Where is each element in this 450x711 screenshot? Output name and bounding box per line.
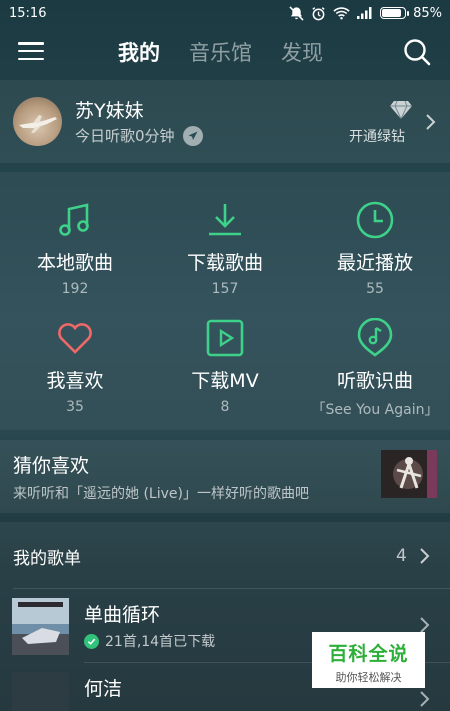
grid-label: 下载歌曲 xyxy=(186,252,263,274)
clock-icon xyxy=(356,201,394,239)
airplane-photo-icon xyxy=(19,115,57,133)
grid-item-local-songs[interactable]: 本地歌曲 192 xyxy=(0,200,150,297)
playlist-info-text: 21首,14首已下载 xyxy=(105,634,216,650)
grid-count: 157 xyxy=(211,281,239,297)
menu-button[interactable] xyxy=(18,40,44,62)
grid-count: 「See You Again」 xyxy=(311,402,439,418)
listen-time: 今日听歌0分钟 xyxy=(75,125,203,146)
watermark-title: 百科全说 xyxy=(328,643,409,665)
watermark: 百科全说 助你轻松解决 xyxy=(312,632,425,688)
grid-label: 听歌识曲 xyxy=(336,370,413,392)
do-not-disturb-icon xyxy=(289,5,304,21)
playlist-name: 何洁 xyxy=(84,678,123,700)
chevron-right-icon[interactable] xyxy=(425,113,437,131)
grid-label: 我喜欢 xyxy=(46,370,104,392)
album-cover-icon xyxy=(12,598,69,655)
guess-you-like[interactable]: 猜你喜欢 来听听和「遥远的她 (Live)」一样好听的歌曲吧 xyxy=(0,440,450,513)
grid-item-music-recognition[interactable]: 听歌识曲 「See You Again」 xyxy=(300,318,450,419)
grid-label: 下载MV xyxy=(191,370,259,392)
top-nav: 我的 音乐馆 发现 xyxy=(0,26,450,76)
tab-music-hall[interactable]: 音乐馆 xyxy=(189,37,252,67)
username: 苏Y妹妹 xyxy=(75,100,144,122)
guess-subtitle: 来听听和「遥远的她 (Live)」一样好听的歌曲吧 xyxy=(13,486,309,502)
download-icon xyxy=(209,204,241,236)
tab-mine[interactable]: 我的 xyxy=(118,37,160,67)
menu-icon-bar xyxy=(18,42,44,45)
watermark-subtitle: 助你轻松解决 xyxy=(335,671,402,684)
dancer-photo-icon xyxy=(381,450,437,498)
guess-title: 猜你喜欢 xyxy=(13,455,90,477)
playlist-name: 单曲循环 xyxy=(84,604,161,626)
grid-item-favorites[interactable]: 我喜欢 35 xyxy=(0,318,150,415)
main-tabs: 我的 音乐馆 发现 xyxy=(118,37,323,67)
grid-count: 55 xyxy=(366,281,384,297)
diamond-icon xyxy=(390,100,412,120)
status-time: 15:16 xyxy=(9,5,47,21)
playlist-info: 21首,14首已下载 xyxy=(84,631,215,651)
alarm-icon xyxy=(312,6,325,20)
wifi-icon xyxy=(333,7,350,20)
play-box-icon xyxy=(206,319,244,357)
tab-discover[interactable]: 发现 xyxy=(281,37,323,67)
battery-percent: 85% xyxy=(413,5,442,21)
playlist-cover xyxy=(12,672,69,711)
music-note-icon xyxy=(59,203,89,236)
grid-count: 8 xyxy=(220,399,230,415)
profile-card[interactable]: 苏Y妹妹 今日听歌0分钟 开通绿钻 xyxy=(0,80,450,163)
menu-icon-bar xyxy=(18,49,44,53)
grid-count: 35 xyxy=(66,399,84,415)
grid-item-downloaded-mv[interactable]: 下载MV 8 xyxy=(150,318,300,415)
listen-time-text: 今日听歌0分钟 xyxy=(75,127,175,145)
signal-icon xyxy=(357,7,372,19)
status-icons: 85% xyxy=(289,6,442,21)
divider xyxy=(13,588,450,589)
grid-count: 192 xyxy=(61,281,89,297)
recommendation-cover[interactable] xyxy=(381,450,437,498)
playlists-count: 4 xyxy=(396,546,407,566)
status-bar: 15:16 85% xyxy=(0,0,450,26)
chevron-right-icon xyxy=(420,691,430,707)
music-recognize-icon xyxy=(357,318,393,357)
menu-icon-bar xyxy=(18,57,44,60)
vip-link[interactable]: 开通绿钻 xyxy=(349,126,405,146)
rocket-icon[interactable] xyxy=(182,125,203,146)
playlists-header: 我的歌单 xyxy=(13,549,81,569)
heart-icon xyxy=(58,323,92,354)
battery-icon xyxy=(380,7,410,19)
search-icon[interactable] xyxy=(402,37,432,67)
quick-access-grid: 本地歌曲 192 下载歌曲 157 最近播放 55 我喜欢 35 下载MV 8 … xyxy=(0,172,450,430)
avatar[interactable] xyxy=(13,97,62,146)
playlist-cover xyxy=(12,598,69,655)
grid-label: 本地歌曲 xyxy=(36,252,113,274)
chevron-right-icon[interactable] xyxy=(419,547,431,565)
downloaded-check-icon xyxy=(84,633,99,649)
grid-item-recent-plays[interactable]: 最近播放 55 xyxy=(300,200,450,297)
grid-item-downloaded-songs[interactable]: 下载歌曲 157 xyxy=(150,200,300,297)
grid-label: 最近播放 xyxy=(336,252,413,274)
